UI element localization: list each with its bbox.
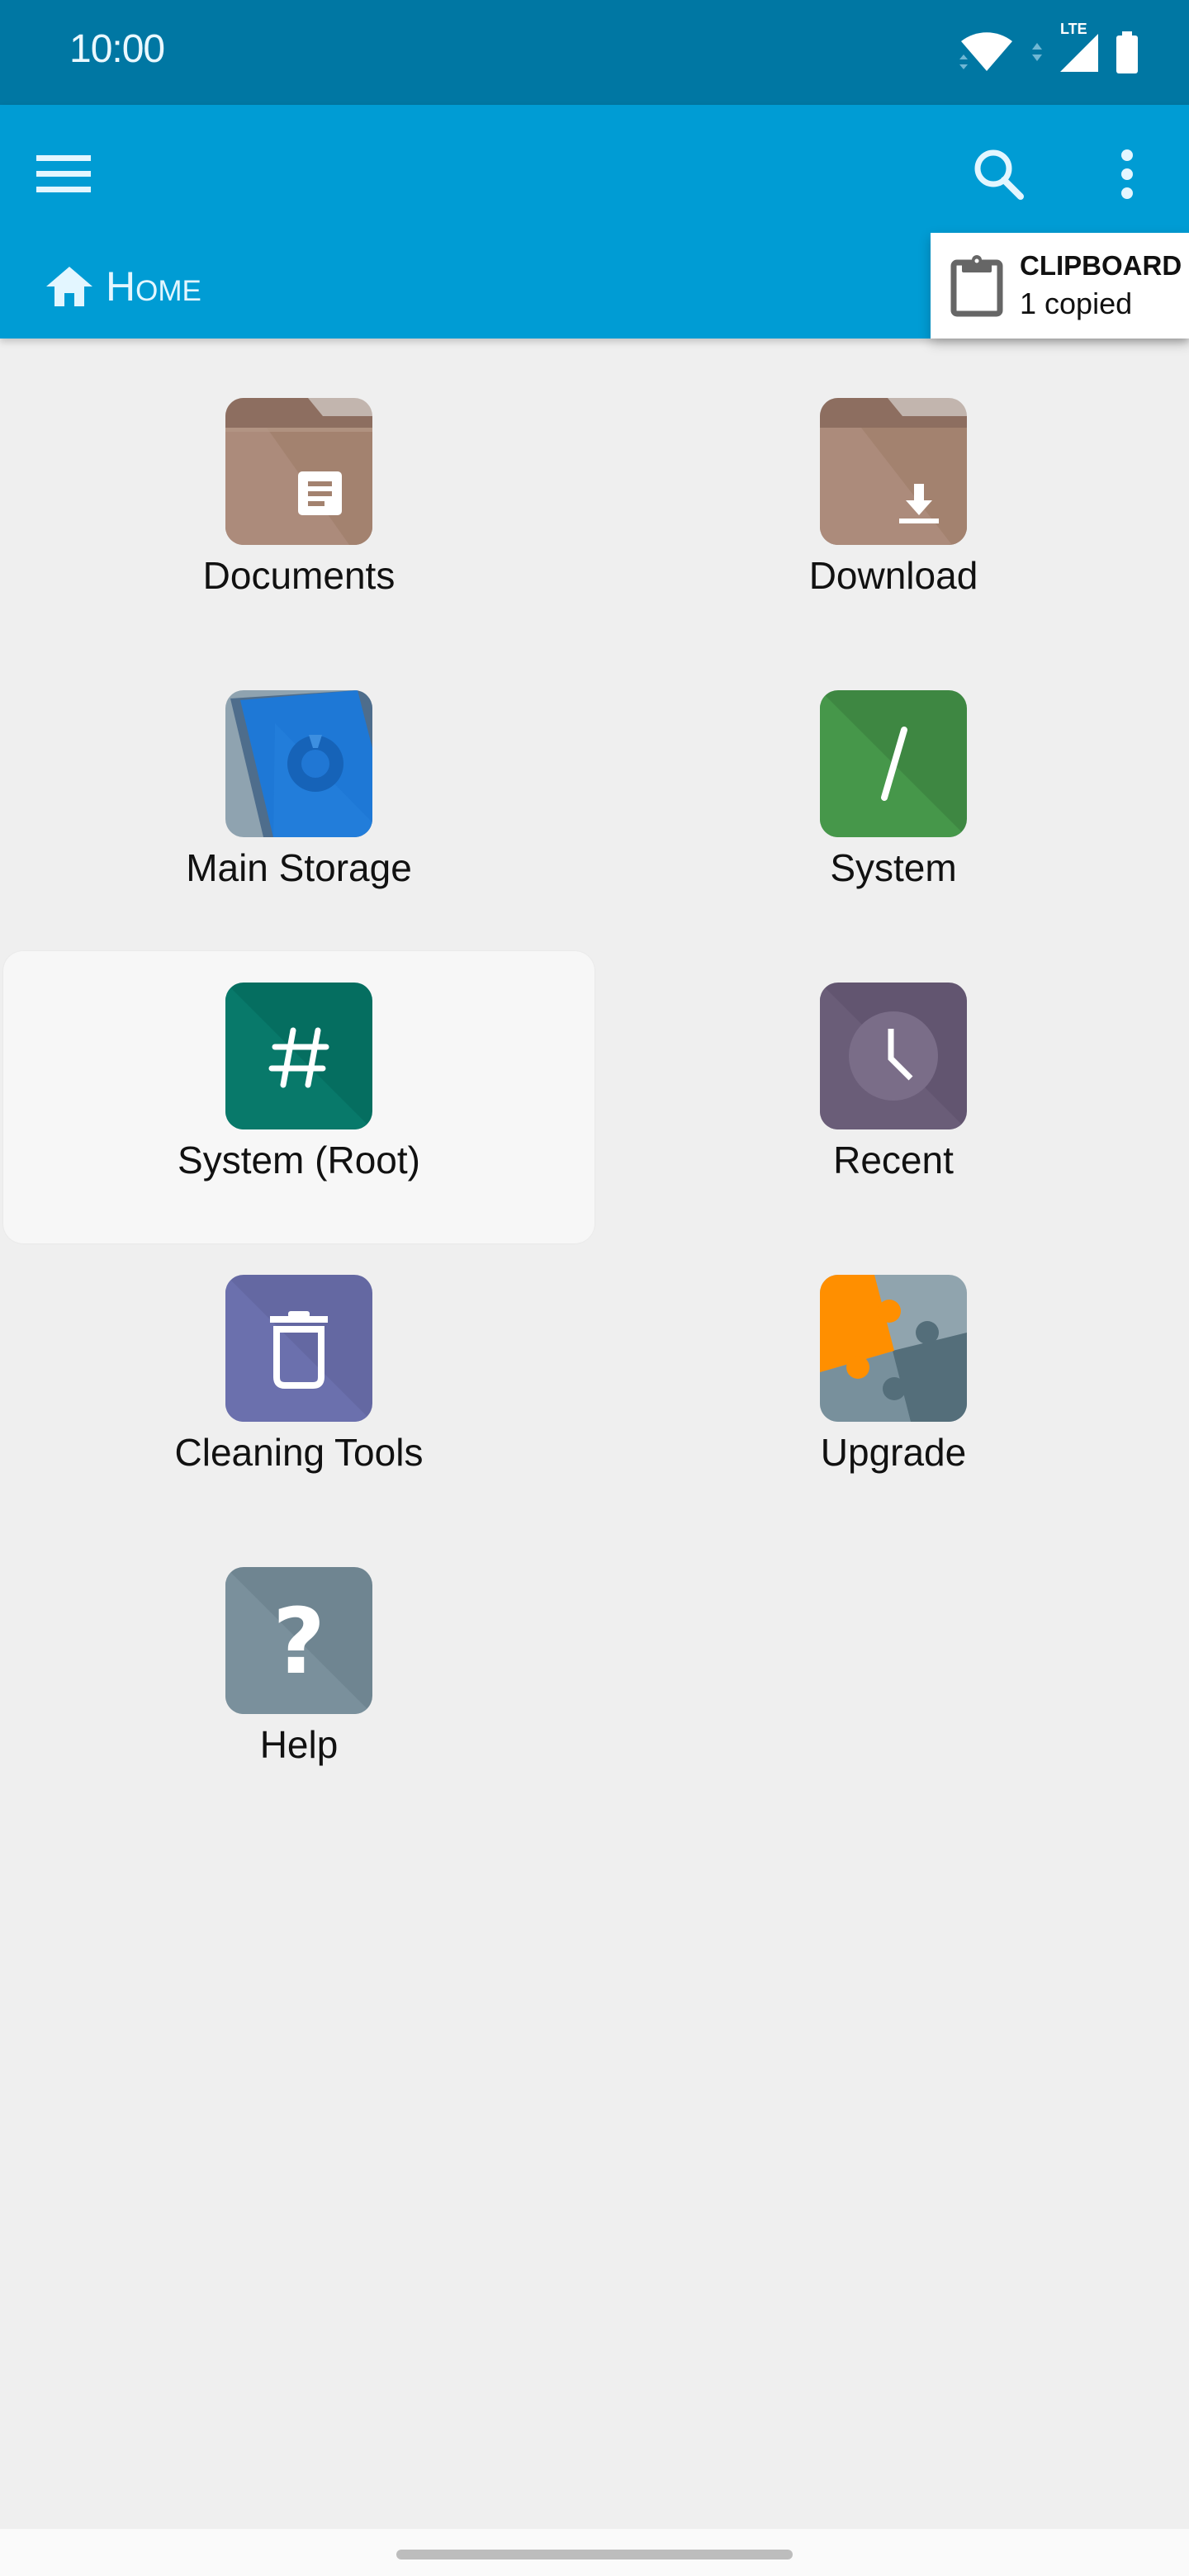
breadcrumb-home[interactable]: Home [45,258,201,315]
tile-label: Cleaning Tools [174,1431,424,1474]
download-folder-icon [820,398,967,545]
tile-help[interactable]: ? Help [3,1536,594,1828]
wifi-icon [958,31,1016,78]
tile-download[interactable]: Download [598,367,1189,659]
hamburger-menu-icon [36,155,91,192]
tile-label: Help [259,1723,339,1766]
menu-button[interactable] [20,135,107,214]
tile-label: System [830,846,957,889]
data-activity-icon [1030,36,1044,73]
tile-label: System (Root) [178,1139,420,1181]
tile-label: Recent [833,1139,954,1181]
main-storage-icon [225,690,372,837]
search-button[interactable] [958,135,1040,214]
clipboard-count: 1 copied [1020,286,1133,320]
tile-label: Upgrade [820,1431,967,1474]
system-icon [820,690,967,837]
clipboard-text: CLIPBOARD 1 copied [1020,250,1182,321]
battery-icon [1115,31,1139,78]
status-bar: 10:00 LTE [0,0,1189,105]
clipboard-indicator[interactable]: CLIPBOARD 1 copied [931,233,1189,339]
documents-folder-icon [225,398,372,545]
more-vert-icon [1121,149,1133,199]
tile-label: Main Storage [186,846,412,889]
status-time: 10:00 [69,27,165,71]
tile-system-root[interactable]: System (Root) [3,951,594,1243]
cleaning-tools-trash-icon [225,1275,372,1422]
clipboard-title: CLIPBOARD [1020,250,1182,281]
network-type-label: LTE [1060,20,1087,37]
clipboard-icon [950,255,1003,317]
tile-cleaning-tools[interactable]: Cleaning Tools [3,1243,594,1536]
tile-upgrade[interactable]: Upgrade [598,1243,1189,1536]
tile-main-storage[interactable]: Main Storage [3,659,594,951]
gesture-nav-bar [0,2529,1189,2576]
more-options-button[interactable] [1090,135,1164,214]
cell-signal-icon: LTE [1059,21,1100,78]
tile-label: Documents [202,554,396,597]
upgrade-puzzle-icon [820,1275,967,1422]
tile-documents[interactable]: Documents [3,367,594,659]
tile-system[interactable]: System [598,659,1189,951]
search-icon [974,149,1024,200]
system-root-icon [225,983,372,1129]
tile-label: Download [808,554,978,597]
help-question-icon: ? [225,1567,372,1714]
home-icon [46,267,92,306]
status-icons: LTE [958,21,1139,79]
recent-clock-icon [820,983,967,1129]
breadcrumb-label: Home [106,263,201,310]
tile-recent[interactable]: Recent [598,951,1189,1243]
svg-text:?: ? [272,1589,325,1694]
home-gesture-handle[interactable] [396,2550,793,2559]
